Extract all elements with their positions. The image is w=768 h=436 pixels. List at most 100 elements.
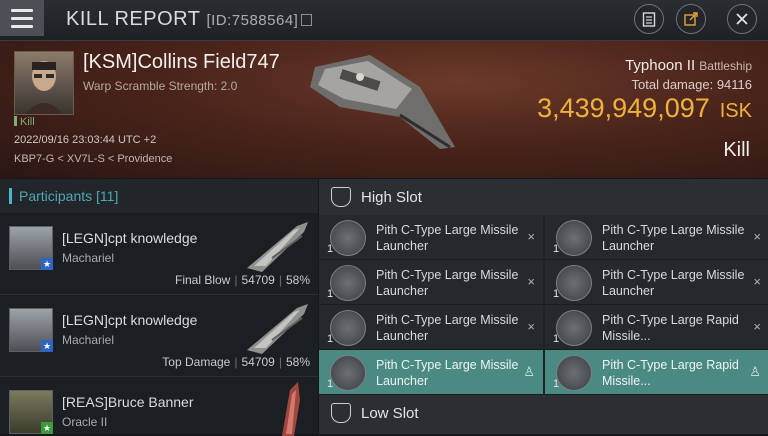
rapid-missile-launcher-icon: [556, 310, 592, 346]
module-name: Pith C-Type Large Missile Launcher: [376, 313, 519, 343]
destroyed-icon: ×: [753, 229, 761, 244]
participant-avatar: ★: [9, 226, 53, 270]
module-qty: 1: [327, 333, 334, 345]
participant-row[interactable]: ★ [REAS]Bruce Banner Oracle II: [0, 378, 318, 436]
share-button[interactable]: [676, 4, 706, 34]
copy-icon[interactable]: [301, 14, 313, 26]
participant-row[interactable]: ★ [LEGN]cpt knowledge Machariel Final Bl…: [0, 214, 318, 295]
external-link-icon: [684, 12, 698, 26]
participant-stats: Final Blow | 54709 | 58%: [174, 273, 310, 287]
participants-header[interactable]: Participants [11]: [0, 179, 318, 213]
module-qty: 1: [327, 378, 334, 390]
module-item[interactable]: 1 Pith C-Type Large Missile Launcher ×: [319, 260, 543, 305]
kill-label: Kill: [723, 139, 750, 161]
low-slot-label: Low Slot: [361, 405, 419, 422]
module-name: Pith C-Type Large Missile Launcher: [376, 223, 519, 253]
total-damage: Total damage: 94116: [632, 77, 752, 92]
module-qty: 1: [553, 243, 560, 255]
participant-ship-icon: [247, 222, 308, 272]
hamburger-menu-icon[interactable]: [0, 0, 44, 36]
destroyed-icon: ×: [527, 274, 535, 289]
participant-ship: Machariel: [62, 333, 115, 347]
destroyed-icon: ×: [753, 274, 761, 289]
participant-stats: Top Damage | 54709 | 58%: [162, 355, 310, 369]
participant-ship: Oracle II: [62, 415, 108, 429]
participant-row[interactable]: ★ [LEGN]cpt knowledge Machariel Top Dama…: [0, 296, 318, 377]
module-qty: 1: [553, 288, 560, 300]
missile-launcher-icon: [556, 265, 592, 301]
victim-ship-icon: [310, 55, 455, 149]
kill-location[interactable]: KBP7-G < XV7L-S < Providence: [14, 153, 172, 165]
dropped-icon: ♙: [523, 364, 535, 379]
participant-percent: 58%: [285, 273, 310, 287]
fitting-panel: High Slot 1 Pith C-Type Large Missile La…: [319, 179, 768, 434]
participants-label: Participants [11]: [19, 188, 118, 204]
module-qty: 1: [327, 243, 334, 255]
module-name: Pith C-Type Large Rapid Missile...: [602, 358, 739, 388]
participants-title: Participants: [19, 188, 93, 204]
participant-ship-icon: [247, 304, 308, 354]
module-qty: 1: [553, 378, 560, 390]
module-qty: 1: [327, 288, 334, 300]
destroyed-icon: ×: [527, 229, 535, 244]
victim-summary: [KSM]Collins Field747 Warp Scramble Stre…: [0, 41, 768, 178]
module-item[interactable]: 1 Pith C-Type Large Rapid Missile... ×: [545, 305, 768, 350]
module-item[interactable]: 1 Pith C-Type Large Missile Launcher ×: [545, 215, 768, 260]
shield-icon: [331, 403, 351, 423]
top-bar: KILL REPORT [ID:7588564]: [0, 0, 768, 41]
total-damage-value: 94116: [716, 77, 752, 92]
rapid-missile-launcher-icon: [556, 355, 592, 391]
clipboard-icon: [642, 12, 656, 27]
participants-panel: Participants [11] ★ [LEGN]cpt knowledge …: [0, 179, 318, 436]
participant-avatar: ★: [9, 390, 53, 434]
participant-name: [LEGN]cpt knowledge: [62, 312, 198, 328]
participant-damage: 54709: [241, 355, 275, 369]
dropped-icon: ♙: [749, 364, 761, 379]
module-item[interactable]: 1 Pith C-Type Large Missile Launcher ×: [545, 260, 768, 305]
participant-damage: 54709: [241, 273, 275, 287]
isk-amount: 3,439,949,097: [537, 93, 710, 123]
total-damage-label: Total damage:: [631, 77, 714, 92]
close-button[interactable]: [727, 4, 757, 34]
participant-name: [LEGN]cpt knowledge: [62, 230, 198, 246]
victim-portrait[interactable]: [14, 51, 74, 115]
victim-subtitle: Warp Scramble Strength: 2.0: [83, 79, 238, 93]
module-item[interactable]: 1 Pith C-Type Large Missile Launcher ×: [319, 305, 543, 350]
module-name: Pith C-Type Large Missile Launcher: [602, 268, 745, 298]
participants-count: [11]: [96, 188, 119, 204]
missile-launcher-icon: [330, 265, 366, 301]
participant-tag: Top Damage: [162, 355, 231, 369]
participant-ship-icon: [282, 382, 300, 436]
ship-title: Typhoon II Battleship: [625, 57, 752, 74]
module-name: Pith C-Type Large Missile Launcher: [602, 223, 745, 253]
isk-value: 3,439,949,097 ISK: [537, 93, 752, 124]
missile-launcher-icon: [330, 220, 366, 256]
standing-star-icon: ★: [41, 422, 53, 434]
kill-indicator-icon: [14, 116, 17, 126]
missile-launcher-icon: [330, 310, 366, 346]
participant-tag: Final Blow: [174, 273, 231, 287]
missile-launcher-icon: [330, 355, 366, 391]
module-item[interactable]: 1 Pith C-Type Large Missile Launcher ♙: [319, 350, 543, 395]
module-item[interactable]: 1 Pith C-Type Large Rapid Missile... ♙: [545, 350, 768, 395]
high-slot-label: High Slot: [361, 189, 422, 206]
title-text: KILL REPORT: [66, 8, 201, 30]
missile-launcher-icon: [556, 220, 592, 256]
participant-name: [REAS]Bruce Banner: [62, 394, 194, 410]
isk-unit: ISK: [719, 100, 752, 122]
standing-star-icon: ★: [41, 258, 53, 270]
low-slot-header[interactable]: Low Slot: [319, 395, 768, 434]
destroyed-icon: ×: [753, 319, 761, 334]
ship-name: Typhoon II: [625, 57, 696, 74]
section-accent: [9, 188, 12, 204]
close-icon: [736, 13, 748, 25]
kill-tag-label: Kill: [20, 116, 35, 128]
notes-button[interactable]: [634, 4, 664, 34]
module-qty: 1: [553, 333, 560, 345]
module-item[interactable]: 1 Pith C-Type Large Missile Launcher ×: [319, 215, 543, 260]
module-name: Pith C-Type Large Rapid Missile...: [602, 313, 739, 343]
high-slot-header[interactable]: High Slot: [319, 179, 768, 215]
participant-percent: 58%: [285, 355, 310, 369]
participant-avatar: ★: [9, 308, 53, 352]
standing-star-icon: ★: [41, 340, 53, 352]
